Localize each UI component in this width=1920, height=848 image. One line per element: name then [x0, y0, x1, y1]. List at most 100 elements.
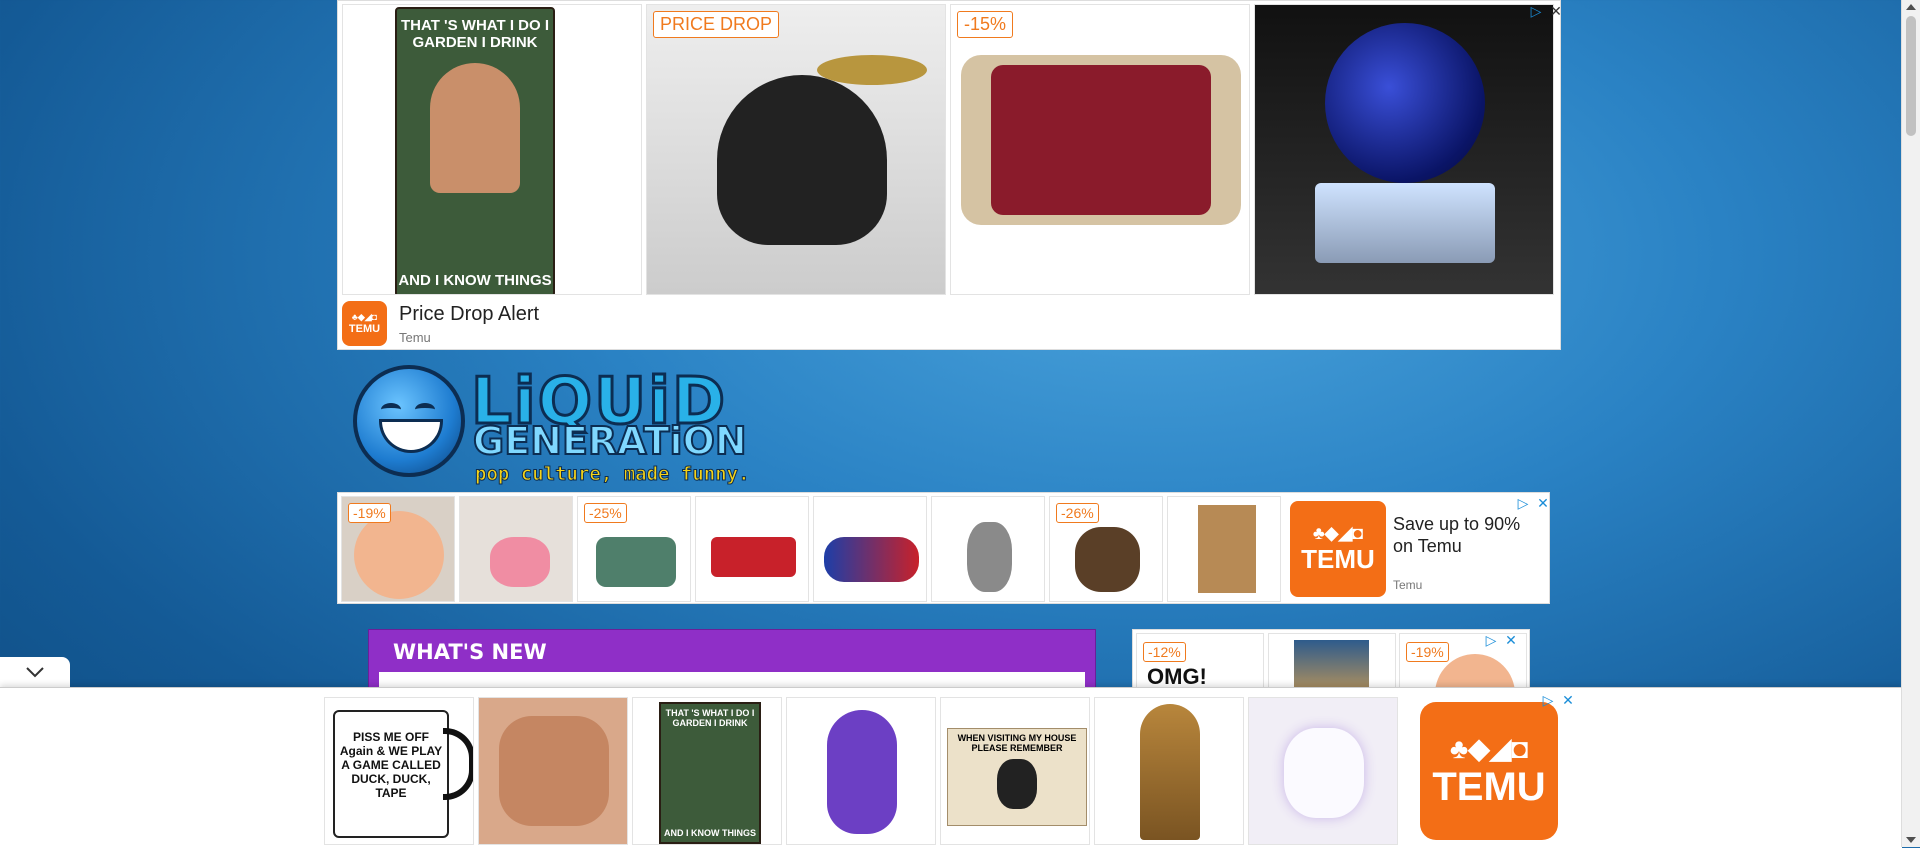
creeper-image	[711, 537, 796, 577]
discount-badge: PRICE DROP	[653, 11, 780, 38]
ad-product-crystal-ball[interactable]	[1254, 4, 1554, 295]
ad-product-plush-pillow[interactable]	[459, 496, 573, 602]
sign-text-top: THAT 'S WHAT I DO I GARDEN I DRINK	[401, 17, 549, 51]
mug-text: PISS ME OFF Again & WE PLAY A GAME CALLE…	[339, 730, 443, 800]
close-icon[interactable]: ✕	[1560, 692, 1576, 708]
ad-headline[interactable]: Save up to 90% on Temu	[1393, 513, 1533, 557]
pots-image	[596, 537, 676, 587]
ad-product-jackalope-mount[interactable]	[931, 496, 1045, 602]
ad-product-purple-costume[interactable]	[786, 697, 936, 845]
page-scrollbar[interactable]	[1901, 0, 1920, 847]
ad-advertiser: Temu	[399, 329, 431, 345]
discount-badge: -15%	[957, 11, 1014, 38]
cat-sign-image: WHEN VISITING MY HOUSE PLEASE REMEMBER	[947, 728, 1087, 826]
galaxy-globe	[1325, 23, 1485, 183]
mug-body: PISS ME OFF Again & WE PLAY A GAME CALLE…	[333, 710, 449, 838]
logo-eye-right	[415, 403, 435, 416]
adchoices-icon[interactable]: ▷	[1483, 632, 1499, 648]
anchor-collapse-button[interactable]	[0, 657, 70, 687]
adchoices-controls[interactable]: ▷ ✕	[1515, 495, 1551, 511]
sign-text-bottom: AND I KNOW THINGS	[398, 272, 552, 289]
adchoices-controls[interactable]: ▷ ✕	[1483, 632, 1519, 648]
dragon-image	[1284, 728, 1364, 818]
cat-image	[997, 759, 1037, 809]
adchoices-icon[interactable]: ▷	[1528, 3, 1544, 19]
discount-badge: -25%	[584, 503, 627, 523]
temu-logo[interactable]: ♣◆◢◘ TEMU	[1420, 702, 1558, 840]
ad-product-cat-sign[interactable]: WHEN VISITING MY HOUSE PLEASE REMEMBER	[940, 697, 1090, 845]
ad-product-garden-sign[interactable]: THAT 'S WHAT I DO I GARDEN I DRINK AND I…	[342, 4, 642, 295]
temu-logo-icons: ♣◆◢◘	[1449, 733, 1529, 764]
site-logo[interactable]: LiQUiD GENERATiON pop culture, made funn…	[353, 357, 753, 487]
top-banner-ad[interactable]: THAT 'S WHAT I DO I GARDEN I DRINK AND I…	[337, 0, 1564, 350]
ad-product-cloak[interactable]	[1094, 697, 1244, 845]
gold-tray	[817, 55, 927, 85]
lion-canvas-image	[1198, 505, 1256, 593]
ad-product-lion-canvas[interactable]	[1167, 496, 1281, 602]
section-title: WHAT'S NEW	[393, 640, 547, 664]
close-icon[interactable]: ✕	[1535, 495, 1551, 511]
temu-logo-text: TEMU	[1432, 765, 1546, 809]
bulldog-statue	[717, 75, 887, 245]
bottom-anchor-ad[interactable]: PISS ME OFF Again & WE PLAY A GAME CALLE…	[0, 687, 1902, 848]
ad-product-garden-sign[interactable]: THAT 'S WHAT I DO I GARDEN I DRINK AND I…	[632, 697, 782, 845]
ad-product-canvas-art[interactable]	[1268, 633, 1396, 690]
adchoices-icon[interactable]: ▷	[1515, 495, 1531, 511]
discount-badge: -12%	[1143, 642, 1186, 662]
logo-eye-left	[381, 403, 401, 416]
dog-statue-image	[1075, 527, 1140, 592]
cat-sign-title: WHEN VISITING MY HOUSE PLEASE REMEMBER	[957, 733, 1077, 753]
ad-product-bulldog-tray[interactable]: PRICE DROP	[646, 4, 946, 295]
discount-badge: -26%	[1056, 503, 1099, 523]
ad-product-dog-statue[interactable]: -26%	[1049, 496, 1163, 602]
ad-product-face-ball[interactable]: -19%	[341, 496, 455, 602]
ad-brand-row[interactable]: ♣◆◢◘ TEMU Price Drop Alert Temu	[342, 301, 539, 346]
temu-logo[interactable]: ♣◆◢◘ TEMU	[1290, 501, 1386, 597]
ad-product-face-pillow[interactable]	[478, 697, 628, 845]
pinup-figure	[430, 63, 520, 193]
ad-product-recliner-cover[interactable]: -15%	[950, 4, 1250, 295]
ad-product-creeper-seat[interactable]	[695, 496, 809, 602]
face-pillow-image	[499, 716, 609, 826]
mid-banner-ad[interactable]: -19% -25% -26% ♣◆◢◘ TEMU Save up to 90% …	[337, 492, 1550, 604]
sign-text-bottom: AND I KNOW THINGS	[664, 828, 756, 838]
ad-product-cat-mug[interactable]: PISS ME OFF Again & WE PLAY A GAME CALLE…	[324, 697, 474, 845]
temu-logo-icons: ♣◆◢◘	[351, 312, 378, 322]
close-icon[interactable]: ✕	[1503, 632, 1519, 648]
temu-logo-text: TEMU	[348, 323, 381, 335]
scroll-down-icon[interactable]	[1906, 837, 1916, 843]
jackalope-image	[967, 522, 1012, 592]
ad-title[interactable]: Price Drop Alert	[399, 303, 539, 326]
side-banner-ad[interactable]: OMG! -12% -19% ▷ ✕	[1132, 629, 1530, 691]
logo-word-generation: GENERATiON	[472, 418, 748, 464]
ad-product-marble-pots[interactable]: -25%	[577, 496, 691, 602]
scrollbar-thumb[interactable]	[1906, 16, 1916, 136]
garden-sign-image: THAT 'S WHAT I DO I GARDEN I DRINK AND I…	[659, 702, 761, 844]
ad-product-dragon-figure[interactable]	[1248, 697, 1398, 845]
temu-logo-icons: ♣◆◢◘	[1312, 523, 1364, 543]
chevron-down-icon	[26, 667, 44, 678]
adchoices-controls[interactable]: ▷ ✕	[1540, 692, 1576, 708]
close-icon[interactable]: ✕	[1548, 3, 1564, 19]
garden-sign-image: THAT 'S WHAT I DO I GARDEN I DRINK AND I…	[395, 7, 555, 294]
adchoices-icon[interactable]: ▷	[1540, 692, 1556, 708]
led-base	[1315, 183, 1495, 263]
face-ball-image	[354, 511, 444, 599]
ad-product-omg-mug[interactable]: OMG! -12%	[1136, 633, 1264, 690]
red-cover	[991, 65, 1211, 215]
plush-image	[490, 537, 550, 587]
scroll-up-icon[interactable]	[1906, 4, 1916, 10]
ad-product-motorcycle[interactable]	[813, 496, 927, 602]
purple-costume-image	[827, 710, 897, 834]
discount-badge: -19%	[1406, 642, 1449, 662]
temu-logo-text: TEMU	[1301, 544, 1375, 574]
adchoices-controls[interactable]: ▷ ✕	[1528, 3, 1564, 19]
sign-text-top: THAT 'S WHAT I DO I GARDEN I DRINK	[665, 708, 755, 728]
canvas-art-image	[1294, 640, 1369, 690]
mug-handle	[443, 728, 473, 800]
logo-smiley-icon	[353, 365, 465, 477]
ad-advertiser: Temu	[1393, 578, 1423, 592]
temu-logo: ♣◆◢◘ TEMU	[342, 301, 387, 346]
whats-new-section: WHAT'S NEW	[368, 629, 1096, 692]
logo-smile	[379, 419, 443, 453]
